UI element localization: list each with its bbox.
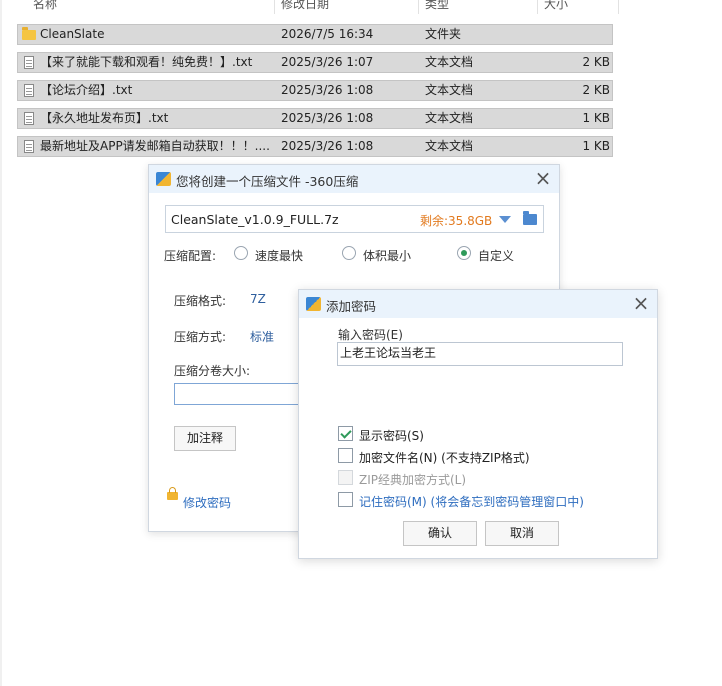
- 360zip-app-icon: [306, 297, 321, 311]
- method-label: 压缩方式:: [174, 330, 227, 344]
- file-name: 【来了就能下载和观看！纯免费！】.txt: [40, 55, 253, 69]
- file-type: 文本文档: [425, 83, 474, 97]
- column-separator[interactable]: [274, 0, 275, 14]
- file-name: 【永久地址发布页】.txt: [40, 111, 169, 125]
- file-type: 文本文档: [425, 111, 474, 125]
- 360zip-app-icon: [156, 172, 171, 186]
- file-row-folder[interactable]: CleanSlate 2026/7/5 16:34 文件夹: [17, 24, 613, 45]
- radio-fastest[interactable]: [234, 246, 248, 260]
- add-password-dialog: 添加密码 × 输入密码(E) 上老王论坛当老王 显示密码(S) 加密文件名(N)…: [298, 289, 658, 559]
- dialog-title: 添加密码: [326, 299, 377, 314]
- password-input-label: 输入密码(E): [338, 328, 403, 342]
- lock-icon: [167, 487, 178, 500]
- column-name[interactable]: 名称: [33, 0, 57, 12]
- file-date: 2026/7/5 16:34: [281, 27, 374, 41]
- confirm-button[interactable]: 确认: [403, 521, 477, 546]
- format-label: 压缩格式:: [174, 294, 227, 308]
- radio-smallest-label[interactable]: 体积最小: [363, 247, 411, 264]
- compress-config-label: 压缩配置:: [164, 249, 217, 263]
- encrypt-filenames-checkbox[interactable]: [338, 448, 353, 463]
- text-file-icon: [24, 112, 34, 125]
- file-date: 2025/3/26 1:08: [281, 139, 374, 153]
- zip-classic-encryption-label: ZIP经典加密方式(L): [359, 473, 467, 487]
- column-size[interactable]: 大小: [544, 0, 568, 12]
- text-file-icon: [24, 140, 34, 153]
- text-file-icon: [24, 84, 34, 97]
- remember-password-label[interactable]: 记住密码(M) (将会备忘到密码管理窗口中): [359, 493, 584, 510]
- file-row[interactable]: 【论坛介绍】.txt 2025/3/26 1:08 文本文档 2 KB: [17, 80, 613, 101]
- radio-custom-label[interactable]: 自定义: [478, 247, 514, 264]
- radio-fastest-label[interactable]: 速度最快: [255, 247, 303, 264]
- add-comment-button[interactable]: 加注释: [174, 426, 236, 451]
- file-type: 文件夹: [425, 27, 462, 41]
- show-password-checkbox[interactable]: [338, 426, 353, 441]
- column-separator[interactable]: [618, 0, 619, 14]
- change-password-link[interactable]: 修改密码: [183, 494, 231, 511]
- split-size-label: 压缩分卷大小:: [174, 364, 251, 378]
- file-row[interactable]: 【来了就能下载和观看！纯免费！】.txt 2025/3/26 1:07 文本文档…: [17, 52, 613, 73]
- show-password-label[interactable]: 显示密码(S): [359, 427, 424, 444]
- file-name: 【论坛介绍】.txt: [40, 83, 133, 97]
- file-row[interactable]: 【永久地址发布页】.txt 2025/3/26 1:08 文本文档 1 KB: [17, 108, 613, 129]
- file-row[interactable]: 最新地址及APP请发邮箱自动获取！！！.... 2025/3/26 1:08 文…: [17, 136, 613, 157]
- file-type: 文本文档: [425, 55, 474, 69]
- dialog-titlebar[interactable]: 添加密码 ×: [299, 290, 657, 318]
- close-icon[interactable]: ×: [631, 293, 651, 314]
- free-space-label: 剩余:35.8GB: [420, 214, 493, 228]
- text-file-icon: [24, 56, 34, 69]
- zip-classic-encryption-checkbox: [338, 470, 353, 485]
- file-date: 2025/3/26 1:07: [281, 55, 374, 69]
- file-size: 1 KB: [582, 139, 610, 153]
- output-path-field[interactable]: CleanSlate_v1.0.9_FULL.7z 剩余:35.8GB: [165, 205, 544, 233]
- dialog-titlebar[interactable]: 您将创建一个压缩文件 -360压缩 ×: [149, 165, 559, 193]
- file-size: [532, 25, 610, 44]
- column-date[interactable]: 修改日期: [281, 0, 329, 12]
- output-filename[interactable]: CleanSlate_v1.0.9_FULL.7z: [171, 212, 339, 227]
- file-type: 文本文档: [425, 139, 474, 153]
- dropdown-arrow-icon[interactable]: [499, 216, 511, 223]
- folder-icon: [22, 27, 36, 40]
- file-size: 1 KB: [582, 111, 610, 125]
- password-input[interactable]: 上老王论坛当老王: [337, 342, 623, 366]
- file-name: CleanSlate: [40, 27, 105, 41]
- window-left-edge: [0, 0, 2, 686]
- file-name: 最新地址及APP请发邮箱自动获取！！！....: [40, 139, 270, 153]
- cancel-button[interactable]: 取消: [485, 521, 559, 546]
- close-icon[interactable]: ×: [533, 168, 553, 189]
- encrypt-filenames-label[interactable]: 加密文件名(N) (不支持ZIP格式): [359, 449, 530, 466]
- browse-folder-icon[interactable]: [523, 211, 537, 225]
- file-size: 2 KB: [582, 83, 610, 97]
- format-value[interactable]: 7Z: [250, 292, 266, 306]
- method-value[interactable]: 标准: [250, 328, 274, 345]
- column-type[interactable]: 类型: [425, 0, 449, 12]
- radio-custom[interactable]: [457, 246, 471, 260]
- column-separator[interactable]: [418, 0, 419, 14]
- radio-smallest[interactable]: [342, 246, 356, 260]
- file-date: 2025/3/26 1:08: [281, 83, 374, 97]
- column-separator[interactable]: [537, 0, 538, 14]
- dialog-title: 您将创建一个压缩文件 -360压缩: [176, 174, 359, 189]
- remember-password-checkbox[interactable]: [338, 492, 353, 507]
- file-date: 2025/3/26 1:08: [281, 111, 374, 125]
- column-header: 名称 修改日期 类型 大小: [0, 0, 620, 14]
- file-size: 2 KB: [582, 55, 610, 69]
